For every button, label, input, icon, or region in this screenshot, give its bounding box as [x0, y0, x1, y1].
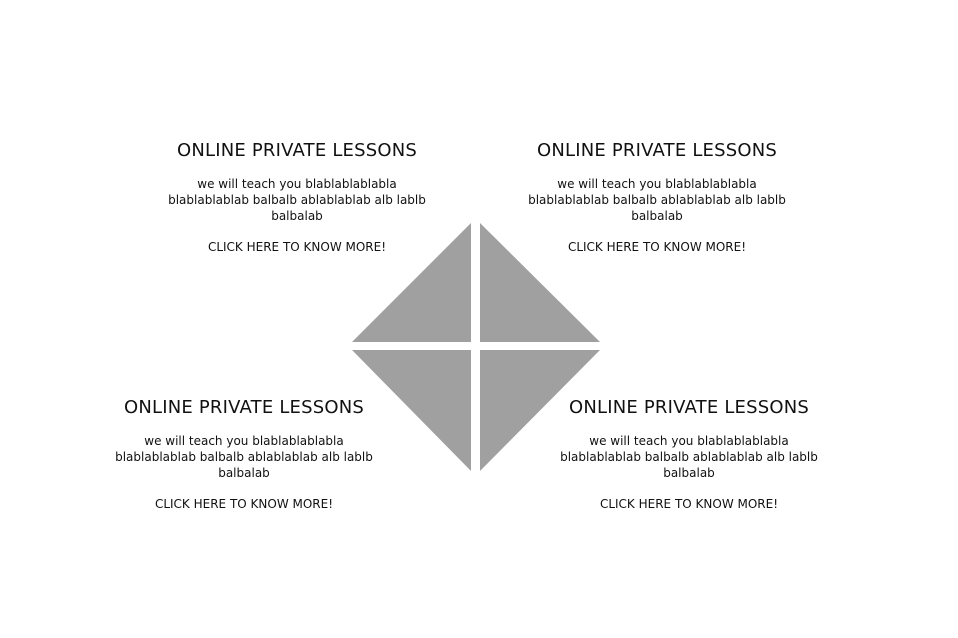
diamond-segment-top-right[interactable]	[480, 223, 600, 342]
center-diamond-graphic	[352, 223, 600, 471]
diamond-segment-top-left[interactable]	[352, 223, 471, 342]
diamond-segment-bottom-left[interactable]	[352, 350, 471, 471]
diamond-segment-bottom-right[interactable]	[480, 350, 600, 471]
